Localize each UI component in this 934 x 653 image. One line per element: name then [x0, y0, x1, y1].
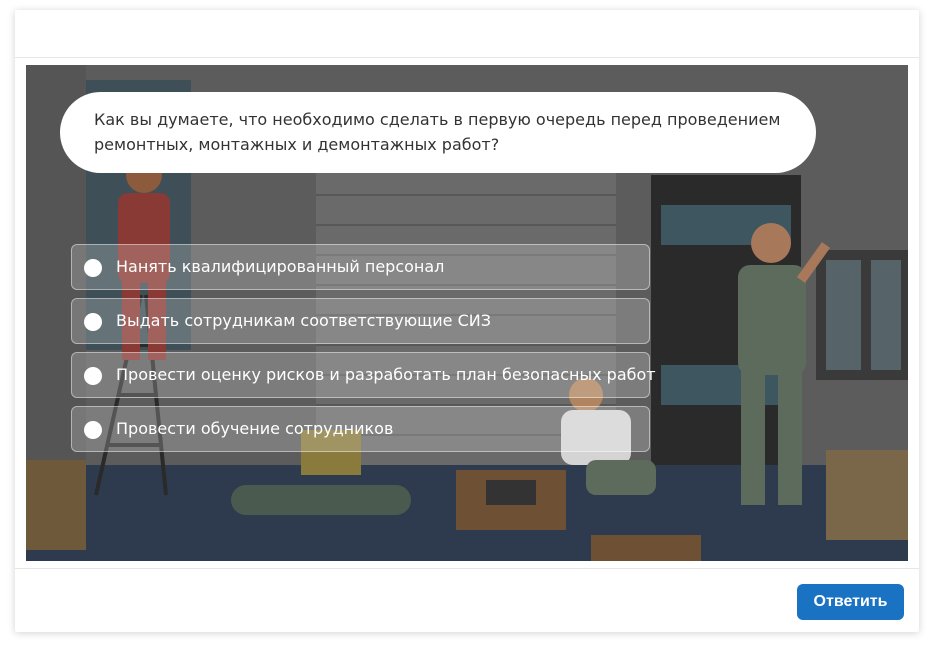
answer-option-label: Провести оценку рисков и разработать пла… — [116, 365, 656, 384]
answer-option-4[interactable]: Провести обучение сотрудников — [71, 406, 650, 452]
question-bubble: Как вы думаете, что необходимо сделать в… — [60, 92, 816, 173]
submit-answer-button[interactable]: Ответить — [797, 584, 904, 620]
answer-option-label: Провести обучение сотрудников — [116, 419, 394, 438]
radio-button[interactable] — [84, 421, 102, 439]
answer-option-1[interactable]: Нанять квалифицированный персонал — [71, 244, 650, 290]
answer-option-label: Нанять квалифицированный персонал — [116, 257, 445, 276]
answer-option-label: Выдать сотрудникам соответствующие СИЗ — [116, 311, 491, 330]
radio-button[interactable] — [84, 259, 102, 277]
answer-option-2[interactable]: Выдать сотрудникам соответствующие СИЗ — [71, 298, 650, 344]
answer-option-3[interactable]: Провести оценку рисков и разработать пла… — [71, 352, 656, 398]
card-footer: Ответить — [15, 568, 919, 633]
question-text: Как вы думаете, что необходимо сделать в… — [94, 110, 781, 154]
quiz-scene: Как вы думаете, что необходимо сделать в… — [26, 65, 908, 561]
quiz-card: Как вы думаете, что необходимо сделать в… — [15, 10, 919, 632]
radio-button[interactable] — [84, 313, 102, 331]
card-header — [15, 10, 919, 58]
radio-button[interactable] — [84, 367, 102, 385]
answer-options: Нанять квалифицированный персонал Выдать… — [71, 244, 656, 460]
